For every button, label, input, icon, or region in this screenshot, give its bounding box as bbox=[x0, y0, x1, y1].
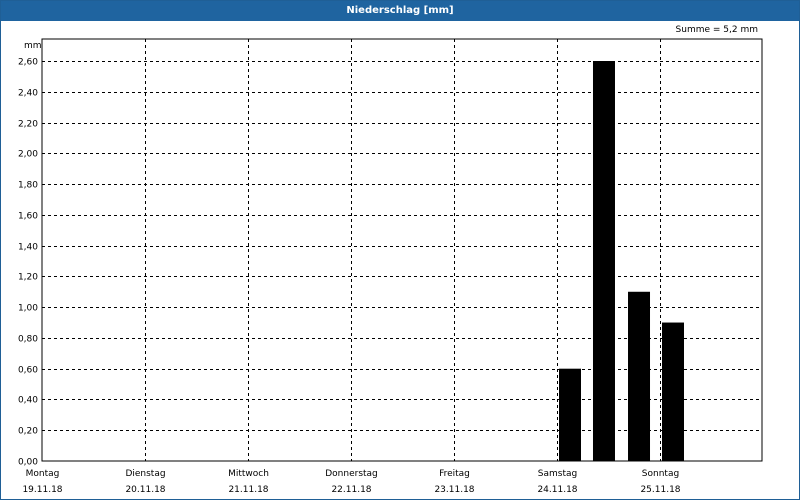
x-tick-label-day: Sonntag bbox=[642, 469, 679, 479]
y-tick-label: 1,00 bbox=[18, 304, 38, 314]
x-tick-label-date: 25.11.18 bbox=[640, 485, 680, 495]
y-tick-label: 2,40 bbox=[18, 89, 38, 99]
x-tick-label-day: Donnerstag bbox=[325, 469, 378, 479]
y-tick-label: 0,60 bbox=[18, 366, 38, 376]
x-tick-label-day: Dienstag bbox=[125, 469, 165, 479]
y-tick-label: 0,40 bbox=[18, 396, 38, 406]
x-tick-label-date: 24.11.18 bbox=[537, 485, 577, 495]
x-tick-label-date: 21.11.18 bbox=[228, 485, 268, 495]
y-tick-label: 0,00 bbox=[18, 458, 38, 468]
plot-area-border bbox=[41, 38, 763, 462]
y-tick-label: 1,20 bbox=[18, 273, 38, 283]
y-tick-label: 2,20 bbox=[18, 120, 38, 130]
bar bbox=[592, 61, 615, 461]
y-tick-label: 0,20 bbox=[18, 427, 38, 437]
x-tick-label-date: 23.11.18 bbox=[434, 485, 474, 495]
x-tick-label-date: 19.11.18 bbox=[22, 485, 62, 495]
bar bbox=[662, 322, 684, 461]
y-axis-label: mm bbox=[24, 41, 42, 51]
precipitation-chart: 0,00 0,20 0,40 0,60 0,80 1,00 1,20 1,40 1,60 1,80… bbox=[18, 38, 763, 495]
x-tick-label-day: Freitag bbox=[439, 469, 470, 479]
y-tick-label: 1,80 bbox=[18, 181, 38, 191]
x-tick-label-day: Samstag bbox=[538, 469, 577, 479]
bar bbox=[559, 368, 581, 461]
bar bbox=[628, 291, 651, 461]
x-tick-label-date: 22.11.18 bbox=[331, 485, 371, 495]
x-tick-label-date: 20.11.18 bbox=[125, 485, 165, 495]
y-tick-label: 1,40 bbox=[18, 243, 38, 253]
x-tick-label-day: Montag bbox=[26, 469, 60, 479]
y-tick-label: 2,60 bbox=[18, 58, 38, 68]
y-tick-label: 1,60 bbox=[18, 212, 38, 222]
x-tick-label-day: Mittwoch bbox=[228, 469, 269, 479]
y-tick-label: 2,00 bbox=[18, 150, 38, 160]
y-tick-label: 0,80 bbox=[18, 335, 38, 345]
